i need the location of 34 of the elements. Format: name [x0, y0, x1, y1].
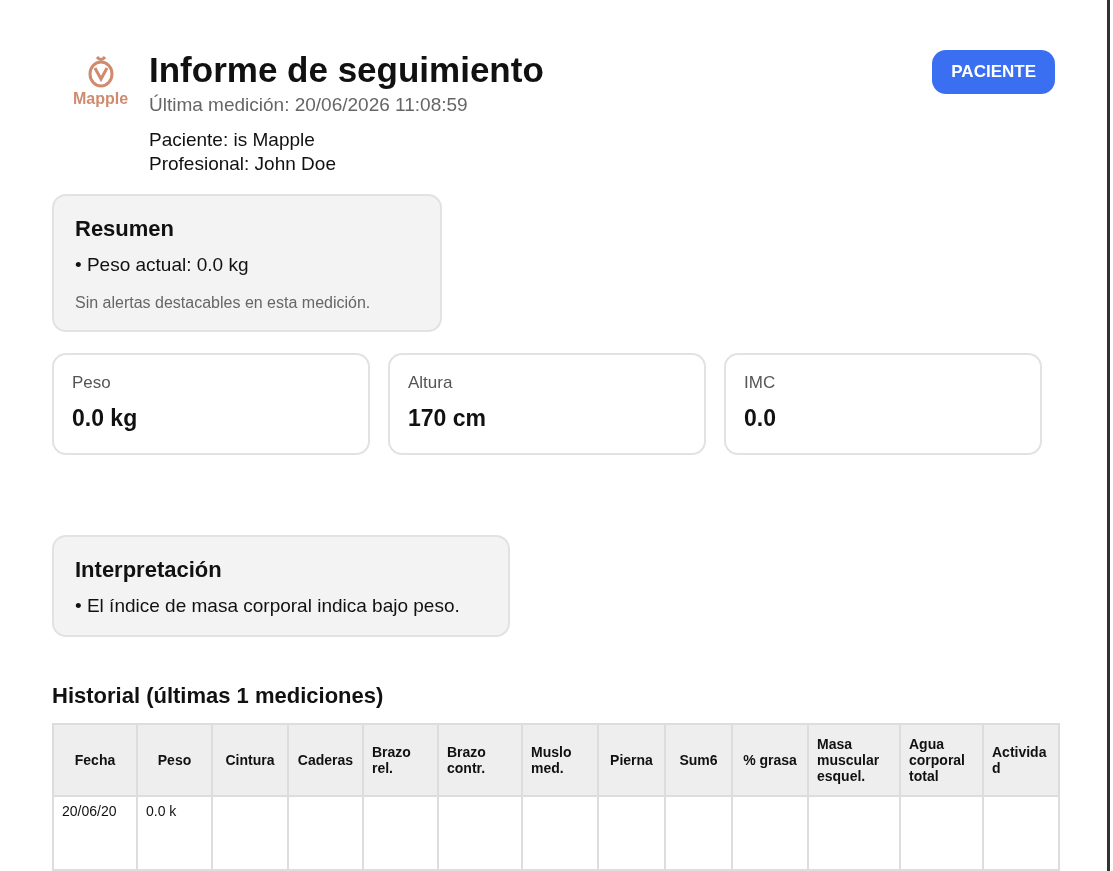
patient-button[interactable]: PACIENTE — [932, 50, 1055, 94]
column-header: % grasa — [732, 724, 808, 796]
stat-label: IMC — [744, 373, 777, 394]
interpretation-item: • El índice de masa corporal indica bajo peso. — [75, 595, 461, 617]
stat-value: 0.0 kg — [72, 405, 139, 433]
table-cell: 20/06/20 — [53, 796, 137, 870]
history-title: Historial (últimas 1 mediciones) — [52, 683, 385, 709]
summary-note: Sin alertas destacables en esta medición. — [75, 294, 372, 313]
professional-name: Profesional: John Doe — [149, 152, 337, 176]
table-cell: 0.0 k — [137, 796, 212, 870]
column-header: Fecha — [53, 724, 137, 796]
column-header: Agua corporal total — [900, 724, 983, 796]
stat-value: 170 cm — [408, 405, 487, 433]
column-header: Caderas — [288, 724, 363, 796]
column-header: Brazo contr. — [438, 724, 522, 796]
column-header: Pierna — [598, 724, 665, 796]
card-title: Interpretación — [75, 557, 223, 583]
stat-value: 0.0 — [744, 405, 777, 433]
column-header: Activida d — [983, 724, 1059, 796]
stat-label: Peso — [72, 373, 112, 394]
logo-text: Mapple — [72, 90, 129, 108]
column-header: Peso — [137, 724, 212, 796]
last-measurement: Última medición: 20/06/2026 11:08:59 — [149, 94, 469, 116]
column-header: Brazo rel. — [363, 724, 438, 796]
patient-name: Paciente: is Mapple — [149, 128, 316, 152]
report-title: Informe de seguimiento — [149, 49, 545, 91]
column-header: Sum6 — [665, 724, 732, 796]
stat-label: Altura — [408, 373, 454, 394]
column-header: Masa muscular esquel. — [808, 724, 900, 796]
card-title: Resumen — [75, 216, 176, 243]
logo-icon — [86, 54, 115, 88]
summary-item: • Peso actual: 0.0 kg — [75, 254, 250, 277]
column-header: Muslo med. — [522, 724, 598, 796]
column-header: Cintura — [212, 724, 288, 796]
